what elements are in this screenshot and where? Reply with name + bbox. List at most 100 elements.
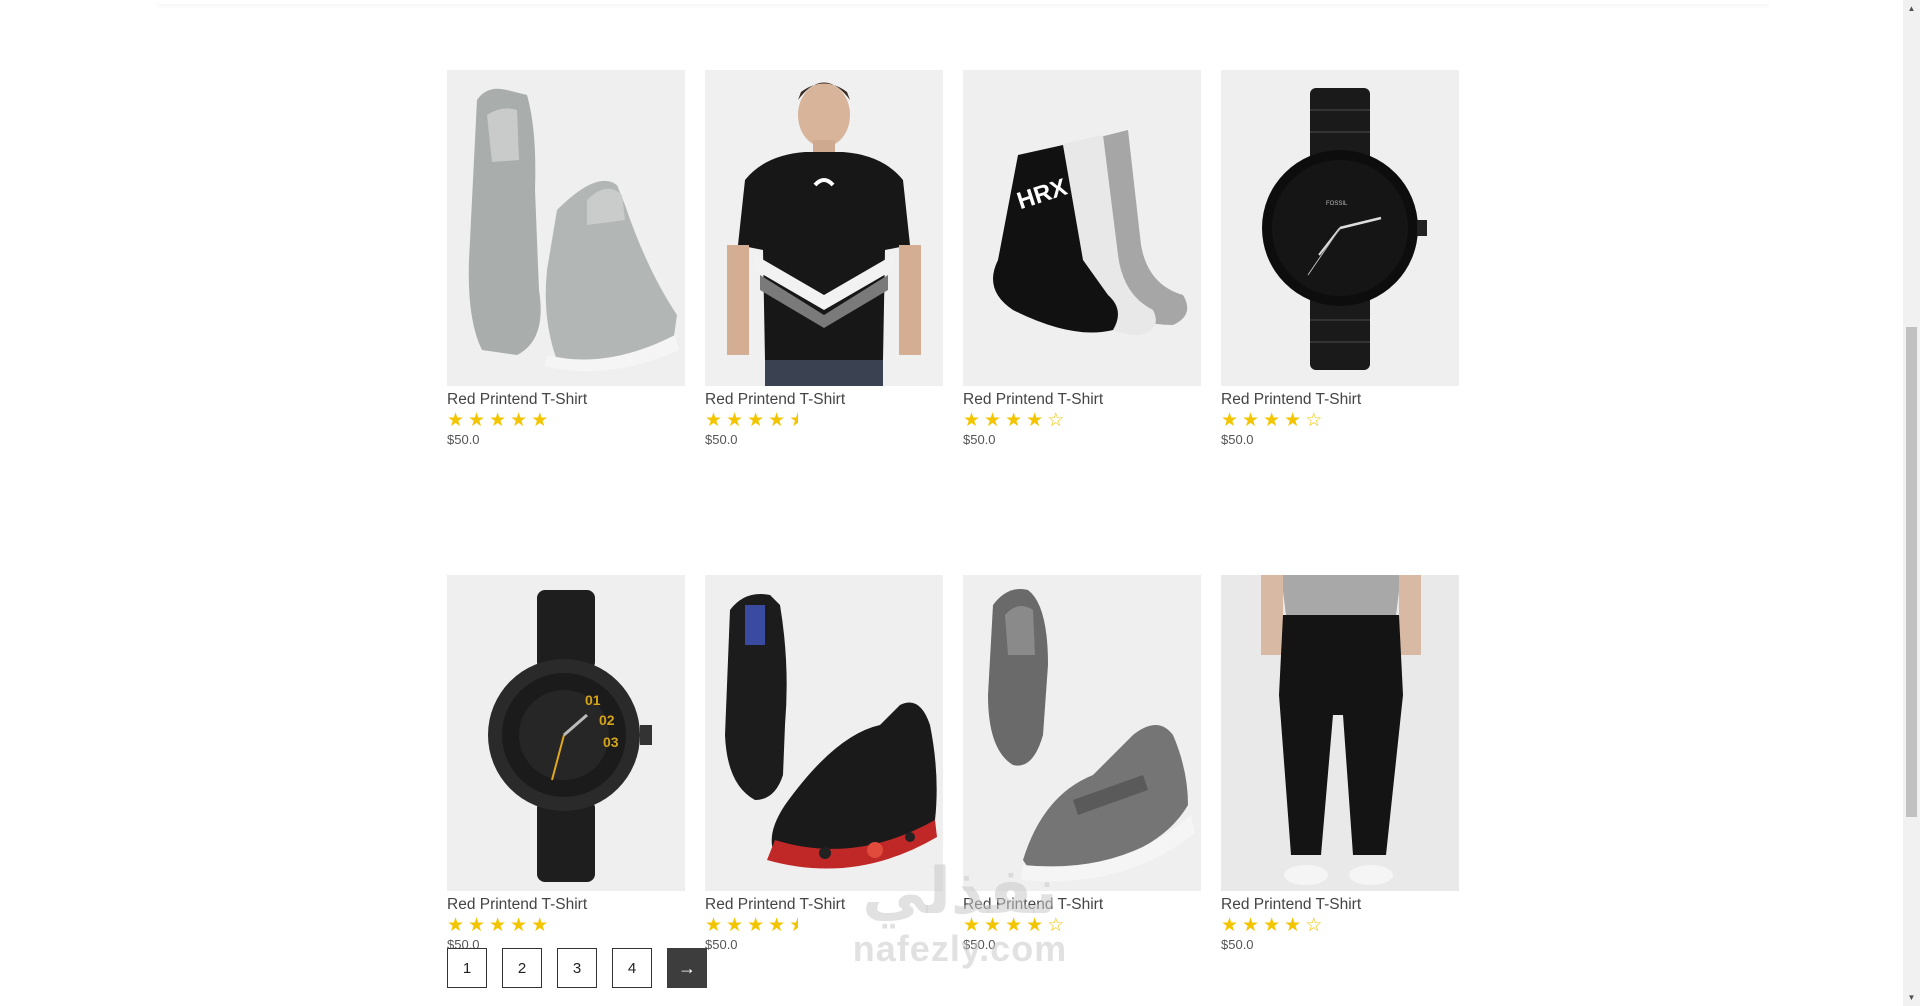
product-title[interactable]: Red Printend T-Shirt xyxy=(963,391,1201,409)
product-title[interactable]: Red Printend T-Shirt xyxy=(705,896,943,914)
product-card[interactable]: Red Printend T-Shirt ★ ★ ★ ★ ☆ $50.0 xyxy=(1221,575,1459,953)
product-card[interactable]: 01 02 03 Red Printend T-Shirt ★ ★ ★ ★ ★ … xyxy=(447,575,685,953)
product-price: $50.0 xyxy=(1221,937,1254,952)
product-title[interactable]: Red Printend T-Shirt xyxy=(705,391,943,409)
joggers-image xyxy=(1261,575,1421,885)
scrollbar-thumb[interactable] xyxy=(1906,327,1917,817)
product-price: $50.0 xyxy=(963,432,996,447)
star-full-icon: ★ xyxy=(1221,914,1239,936)
product-price: $50.0 xyxy=(705,937,738,952)
sneaker-image xyxy=(468,88,679,372)
star-full-icon: ★ xyxy=(768,914,786,936)
star-full-icon: ★ xyxy=(726,914,744,936)
product-title[interactable]: Red Printend T-Shirt xyxy=(1221,391,1459,409)
header-divider xyxy=(158,0,1768,4)
star-half-icon: ★ xyxy=(789,916,806,934)
product-image[interactable]: 01 02 03 xyxy=(447,575,685,891)
page-button-1[interactable]: 1 xyxy=(447,948,487,988)
slip-on-shoes-image xyxy=(988,589,1195,882)
star-empty-icon: ☆ xyxy=(1305,409,1323,431)
scroll-down-icon[interactable]: ▼ xyxy=(1903,989,1920,1006)
product-card[interactable]: Red Printend T-Shirt ★ ★ ★ ★ ★ $50.0 xyxy=(705,575,943,953)
star-full-icon: ★ xyxy=(447,409,465,431)
star-full-icon: ★ xyxy=(447,914,465,936)
star-full-icon: ★ xyxy=(1221,409,1239,431)
product-card[interactable]: Red Printend T-Shirt ★ ★ ★ ★ ☆ $50.0 xyxy=(963,575,1201,953)
rating-stars: ★ ★ ★ ★ ★ xyxy=(705,914,943,936)
product-image[interactable]: HRX xyxy=(963,70,1201,386)
star-full-icon: ★ xyxy=(747,409,765,431)
star-full-icon: ★ xyxy=(531,409,549,431)
star-full-icon: ★ xyxy=(531,914,549,936)
watch-image: FOSSIL xyxy=(1262,88,1427,370)
rating-stars: ★ ★ ★ ★ ☆ xyxy=(963,409,1201,431)
star-full-icon: ★ xyxy=(984,409,1002,431)
star-full-icon: ★ xyxy=(468,914,486,936)
scroll-up-icon[interactable]: ▲ xyxy=(1903,0,1920,17)
star-full-icon: ★ xyxy=(1242,409,1260,431)
product-price: $50.0 xyxy=(963,937,996,952)
product-card[interactable]: Red Printend T-Shirt ★ ★ ★ ★ ★ $50.0 xyxy=(705,70,943,448)
rating-stars: ★ ★ ★ ★ ☆ xyxy=(963,914,1201,936)
product-price: $50.0 xyxy=(447,432,480,447)
rating-stars: ★ ★ ★ ★ ☆ xyxy=(1221,409,1459,431)
star-full-icon: ★ xyxy=(984,914,1002,936)
watch-image: 01 02 03 xyxy=(488,590,652,882)
star-full-icon: ★ xyxy=(1284,914,1302,936)
product-title[interactable]: Red Printend T-Shirt xyxy=(963,896,1201,914)
svg-text:02: 02 xyxy=(599,712,615,728)
rating-stars: ★ ★ ★ ★ ★ xyxy=(447,914,685,936)
star-half-icon: ★ xyxy=(789,411,806,429)
rating-stars: ★ ★ ★ ★ ★ xyxy=(447,409,685,431)
star-full-icon: ★ xyxy=(726,409,744,431)
star-full-icon: ★ xyxy=(705,914,723,936)
star-full-icon: ★ xyxy=(1263,409,1281,431)
star-full-icon: ★ xyxy=(1263,914,1281,936)
star-full-icon: ★ xyxy=(963,914,981,936)
page-button-2[interactable]: 2 xyxy=(502,948,542,988)
pagination: 1 2 3 4 → xyxy=(447,948,707,988)
tshirt-image xyxy=(727,82,921,386)
product-title[interactable]: Red Printend T-Shirt xyxy=(447,896,685,914)
product-card[interactable]: HRX Red Printend T-Shirt ★ ★ ★ ★ ☆ $50.0 xyxy=(963,70,1201,448)
star-empty-icon: ☆ xyxy=(1047,409,1065,431)
star-full-icon: ★ xyxy=(768,409,786,431)
product-title[interactable]: Red Printend T-Shirt xyxy=(1221,896,1459,914)
product-image[interactable] xyxy=(963,575,1201,891)
star-full-icon: ★ xyxy=(705,409,723,431)
product-price: $50.0 xyxy=(1221,432,1254,447)
product-card[interactable]: FOSSIL Red Printend T-Shirt ★ ★ ★ ★ ☆ $5… xyxy=(1221,70,1459,448)
star-full-icon: ★ xyxy=(489,409,507,431)
product-card[interactable]: Red Printend T-Shirt ★ ★ ★ ★ ★ $50.0 xyxy=(447,70,685,448)
star-full-icon: ★ xyxy=(1005,914,1023,936)
star-empty-icon: ☆ xyxy=(1047,914,1065,936)
star-full-icon: ★ xyxy=(1026,409,1044,431)
page-button-3[interactable]: 3 xyxy=(557,948,597,988)
star-full-icon: ★ xyxy=(510,409,528,431)
star-full-icon: ★ xyxy=(1026,914,1044,936)
star-full-icon: ★ xyxy=(1242,914,1260,936)
svg-text:FOSSIL: FOSSIL xyxy=(1326,201,1348,207)
product-title[interactable]: Red Printend T-Shirt xyxy=(447,391,685,409)
rating-stars: ★ ★ ★ ★ ☆ xyxy=(1221,914,1459,936)
page-button-4[interactable]: 4 xyxy=(612,948,652,988)
product-image[interactable] xyxy=(1221,575,1459,891)
star-full-icon: ★ xyxy=(1284,409,1302,431)
running-shoes-image xyxy=(725,594,937,869)
star-empty-icon: ☆ xyxy=(1305,914,1323,936)
product-price: $50.0 xyxy=(705,432,738,447)
star-full-icon: ★ xyxy=(747,914,765,936)
product-image[interactable] xyxy=(705,575,943,891)
product-image[interactable] xyxy=(705,70,943,386)
star-full-icon: ★ xyxy=(1005,409,1023,431)
star-full-icon: ★ xyxy=(510,914,528,936)
svg-text:01: 01 xyxy=(585,692,601,708)
product-image[interactable]: FOSSIL xyxy=(1221,70,1459,386)
scrollbar[interactable]: ▲ ▼ xyxy=(1903,0,1920,1006)
next-page-button[interactable]: → xyxy=(667,948,707,988)
star-full-icon: ★ xyxy=(963,409,981,431)
star-full-icon: ★ xyxy=(468,409,486,431)
svg-text:03: 03 xyxy=(603,734,619,750)
product-grid: Red Printend T-Shirt ★ ★ ★ ★ ★ $50.0 Red… xyxy=(447,70,1459,953)
product-image[interactable] xyxy=(447,70,685,386)
